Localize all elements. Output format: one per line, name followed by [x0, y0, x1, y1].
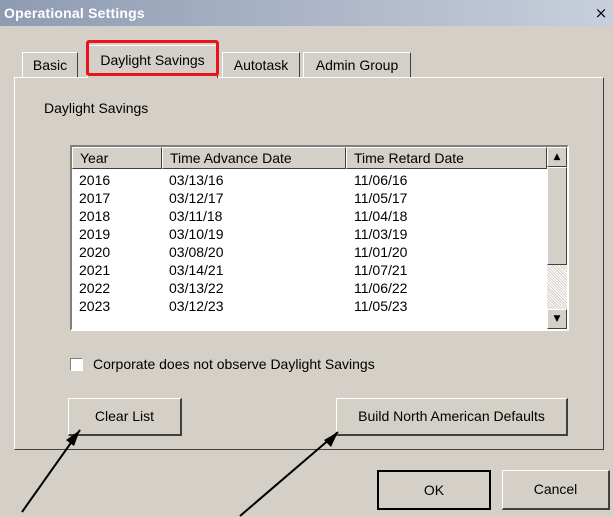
column-header-retard-date[interactable]: Time Retard Date [346, 147, 547, 169]
row-year[interactable]: 2023 [79, 298, 110, 314]
clear-list-button[interactable]: Clear List [68, 398, 182, 436]
row-advance-date[interactable]: 03/13/16 [169, 172, 224, 188]
row-retard-date[interactable]: 11/07/21 [354, 262, 407, 278]
scroll-up-icon[interactable]: ▲ [547, 147, 567, 167]
corporate-no-dst-checkbox[interactable] [70, 358, 83, 371]
corporate-no-dst-label: Corporate does not observe Daylight Savi… [93, 356, 375, 372]
column-header-year[interactable]: Year [72, 147, 162, 169]
row-advance-date[interactable]: 03/14/21 [169, 262, 224, 278]
row-advance-date[interactable]: 03/08/20 [169, 244, 224, 260]
row-year[interactable]: 2022 [79, 280, 110, 296]
row-advance-date[interactable]: 03/12/23 [169, 298, 224, 314]
row-advance-date[interactable]: 03/12/17 [169, 190, 224, 206]
tab-highlight-box [86, 40, 219, 76]
vertical-scrollbar[interactable]: ▲ ▼ [547, 147, 567, 329]
window-title: Operational Settings [4, 5, 145, 21]
row-year[interactable]: 2020 [79, 244, 110, 260]
tab-basic[interactable]: Basic [22, 52, 78, 78]
row-year[interactable]: 2016 [79, 172, 110, 188]
row-advance-date[interactable]: 03/13/22 [169, 280, 224, 296]
row-retard-date[interactable]: 11/06/22 [354, 280, 407, 296]
daylight-savings-list[interactable]: Year Time Advance Date Time Retard Date … [70, 145, 569, 331]
close-icon[interactable]: × [591, 4, 611, 22]
build-north-american-defaults-button[interactable]: Build North American Defaults [336, 398, 568, 436]
scroll-down-icon[interactable]: ▼ [547, 309, 567, 329]
row-advance-date[interactable]: 03/11/18 [169, 208, 222, 224]
ok-button[interactable]: OK [377, 470, 491, 510]
row-year[interactable]: 2019 [79, 226, 110, 242]
row-retard-date[interactable]: 11/05/17 [354, 190, 407, 206]
row-retard-date[interactable]: 11/04/18 [354, 208, 407, 224]
scrollbar-thumb[interactable] [547, 167, 567, 265]
row-advance-date[interactable]: 03/10/19 [169, 226, 224, 242]
tab-admin-group[interactable]: Admin Group [303, 52, 411, 78]
row-year[interactable]: 2018 [79, 208, 110, 224]
row-year[interactable]: 2017 [79, 190, 110, 206]
row-retard-date[interactable]: 11/05/23 [354, 298, 407, 314]
title-bar[interactable]: Operational Settings × [0, 0, 613, 26]
operational-settings-dialog: Operational Settings × Basic Daylight Sa… [0, 0, 613, 517]
row-retard-date[interactable]: 11/06/16 [354, 172, 407, 188]
section-label: Daylight Savings [44, 100, 149, 116]
row-retard-date[interactable]: 11/03/19 [354, 226, 407, 242]
cancel-button[interactable]: Cancel [502, 470, 610, 510]
tab-autotask[interactable]: Autotask [222, 52, 300, 78]
column-header-advance-date[interactable]: Time Advance Date [162, 147, 346, 169]
row-retard-date[interactable]: 11/01/20 [354, 244, 407, 260]
row-year[interactable]: 2021 [79, 262, 110, 278]
